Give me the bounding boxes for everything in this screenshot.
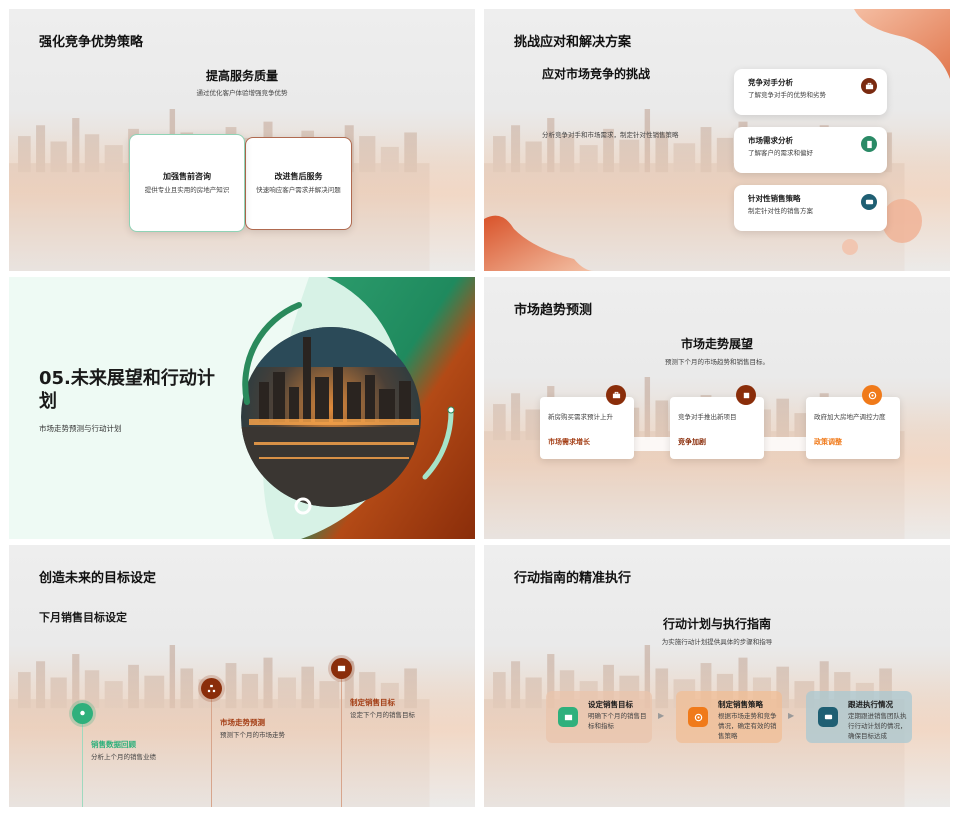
slide-title: 创造未来的目标设定 (39, 571, 157, 586)
card-desc: 竞争对手推出新项目 (678, 413, 737, 421)
briefcase-icon (861, 78, 877, 94)
timeline-desc: 分析上个月的销售业绩 (91, 753, 156, 761)
section-heading: 下月销售目标设定 (39, 611, 127, 624)
step-card-followup[interactable]: 跟进执行情况 定期跟进销售团队执行行动计划的情况，确保目标达成 (806, 691, 912, 743)
target-icon (688, 707, 708, 727)
card-title: 加强售前咨询 (163, 171, 211, 181)
arrow-icon: ▶ (788, 711, 795, 720)
step-title: 设定销售目标 (588, 700, 633, 709)
section-subtitle: 为实施行动计划提供具体的步骤和指导 (661, 638, 773, 646)
section-heading: 应对市场竞争的挑战 (542, 67, 651, 81)
timeline-line (341, 679, 342, 807)
timeline-label: 制定销售目标 (350, 698, 395, 707)
section-cover-title: 05.未来展望和行动计划 (39, 368, 215, 413)
slide-title: 行动指南的精准执行 (514, 571, 632, 586)
step-card-strategy[interactable]: 制定销售策略 根据市场走势和竞争情况，确定有效的销售策略 (676, 691, 782, 743)
timeline-label: 销售数据回顾 (91, 740, 136, 749)
card-desc: 了解客户的需求和偏好 (748, 149, 813, 157)
image-icon (558, 707, 578, 727)
card-label: 竞争加剧 (678, 437, 706, 446)
arrow-icon: ▶ (658, 711, 665, 720)
image-icon (331, 658, 352, 679)
card-desc: 提供专业且实用的房地产知识 (144, 185, 230, 194)
slide-3[interactable]: 05.未来展望和行动计划 市场走势预测与行动计划 (9, 277, 475, 539)
trend-card-demand[interactable]: 新房购买需求预计上升 市场需求增长 (540, 397, 634, 459)
section-heading: 提高服务质量 (205, 69, 278, 83)
card-title: 竞争对手分析 (748, 78, 793, 87)
card-title: 市场需求分析 (748, 136, 793, 145)
location-icon (72, 703, 93, 724)
timeline-line (82, 723, 83, 807)
connector (634, 437, 670, 451)
slide-1[interactable]: 强化竞争优势策略 提高服务质量 通过优化客户体验增强竞争优势 加强售前咨询 提供… (9, 9, 475, 271)
timeline-line (211, 697, 212, 807)
card-title: 针对性销售策略 (748, 194, 801, 203)
trend-card-competition[interactable]: 竞争对手推出新项目 竞争加剧 (670, 397, 764, 459)
chat-icon (861, 194, 877, 210)
card-label: 政策调整 (814, 437, 842, 446)
chat-icon (818, 707, 838, 727)
step-desc: 明确下个月的销售目标和指标 (588, 712, 647, 730)
timeline-desc: 设定下个月的销售目标 (350, 711, 415, 719)
card-desc: 新房购买需求预计上升 (548, 413, 613, 421)
target-icon (862, 385, 882, 405)
service-card-aftersale[interactable]: 改进售后服务 快速响应客户需求并解决问题 (245, 137, 352, 230)
section-cover-subtitle: 市场走势预测与行动计划 (39, 424, 122, 433)
step-desc: 根据市场走势和竞争情况，确定有效的销售策略 (718, 712, 777, 740)
card-desc: 了解竞争对手的优势和劣势 (748, 91, 826, 99)
step-card-targets[interactable]: 设定销售目标 明确下个月的销售目标和指标 (546, 691, 652, 743)
step-title: 跟进执行情况 (848, 700, 893, 709)
trend-card-policy[interactable]: 政府加大房地产调控力度 政策调整 (806, 397, 900, 459)
step-title: 制定销售策略 (718, 700, 763, 709)
document-icon (861, 136, 877, 152)
service-card-presale[interactable]: 加强售前咨询 提供专业且实用的房地产知识 (129, 134, 245, 232)
section-subtitle: 通过优化客户体验增强竞争优势 (196, 89, 288, 97)
sitemap-icon (201, 678, 222, 699)
challenge-card-competitor[interactable]: 竞争对手分析 了解竞争对手的优势和劣势 (734, 69, 887, 115)
section-desc: 分析竞争对手和市场需求，制定针对性销售策略 (542, 131, 679, 139)
card-label: 市场需求增长 (548, 437, 590, 446)
card-desc: 快速响应客户需求并解决问题 (256, 186, 341, 195)
slide-5[interactable]: 创造未来的目标设定 下月销售目标设定 销售数据回顾 分析上个月的销售业绩 市场走… (9, 545, 475, 807)
puzzle-icon (736, 385, 756, 405)
section-heading: 市场走势展望 (680, 337, 753, 351)
slide-title: 挑战应对和解决方案 (514, 35, 632, 50)
card-desc: 制定针对性的销售方案 (748, 207, 813, 215)
card-title: 改进售后服务 (274, 172, 323, 182)
section-heading: 行动计划与执行指南 (662, 617, 771, 631)
slide-6[interactable]: 行动指南的精准执行 行动计划与执行指南 为实施行动计划提供具体的步骤和指导 设定… (484, 545, 950, 807)
slide-title: 强化竞争优势策略 (39, 35, 144, 50)
slide-4[interactable]: 市场趋势预测 市场走势展望 预测下个月的市场趋势和销售目标。 新房购买需求预计上… (484, 277, 950, 539)
timeline-label: 市场走势预测 (220, 718, 265, 727)
challenge-card-strategy[interactable]: 针对性销售策略 制定针对性的销售方案 (734, 185, 887, 231)
slide-2[interactable]: 挑战应对和解决方案 应对市场竞争的挑战 分析竞争对手和市场需求，制定针对性销售策… (484, 9, 950, 271)
challenge-card-market[interactable]: 市场需求分析 了解客户的需求和偏好 (734, 127, 887, 173)
card-desc: 政府加大房地产调控力度 (814, 413, 886, 421)
timeline-desc: 预测下个月的市场走势 (220, 731, 285, 739)
briefcase-icon (606, 385, 626, 405)
connector (764, 437, 806, 451)
slide-title: 市场趋势预测 (514, 303, 593, 318)
section-subtitle: 预测下个月的市场趋势和销售目标。 (665, 358, 769, 366)
step-desc: 定期跟进销售团队执行行动计划的情况，确保目标达成 (848, 712, 907, 740)
